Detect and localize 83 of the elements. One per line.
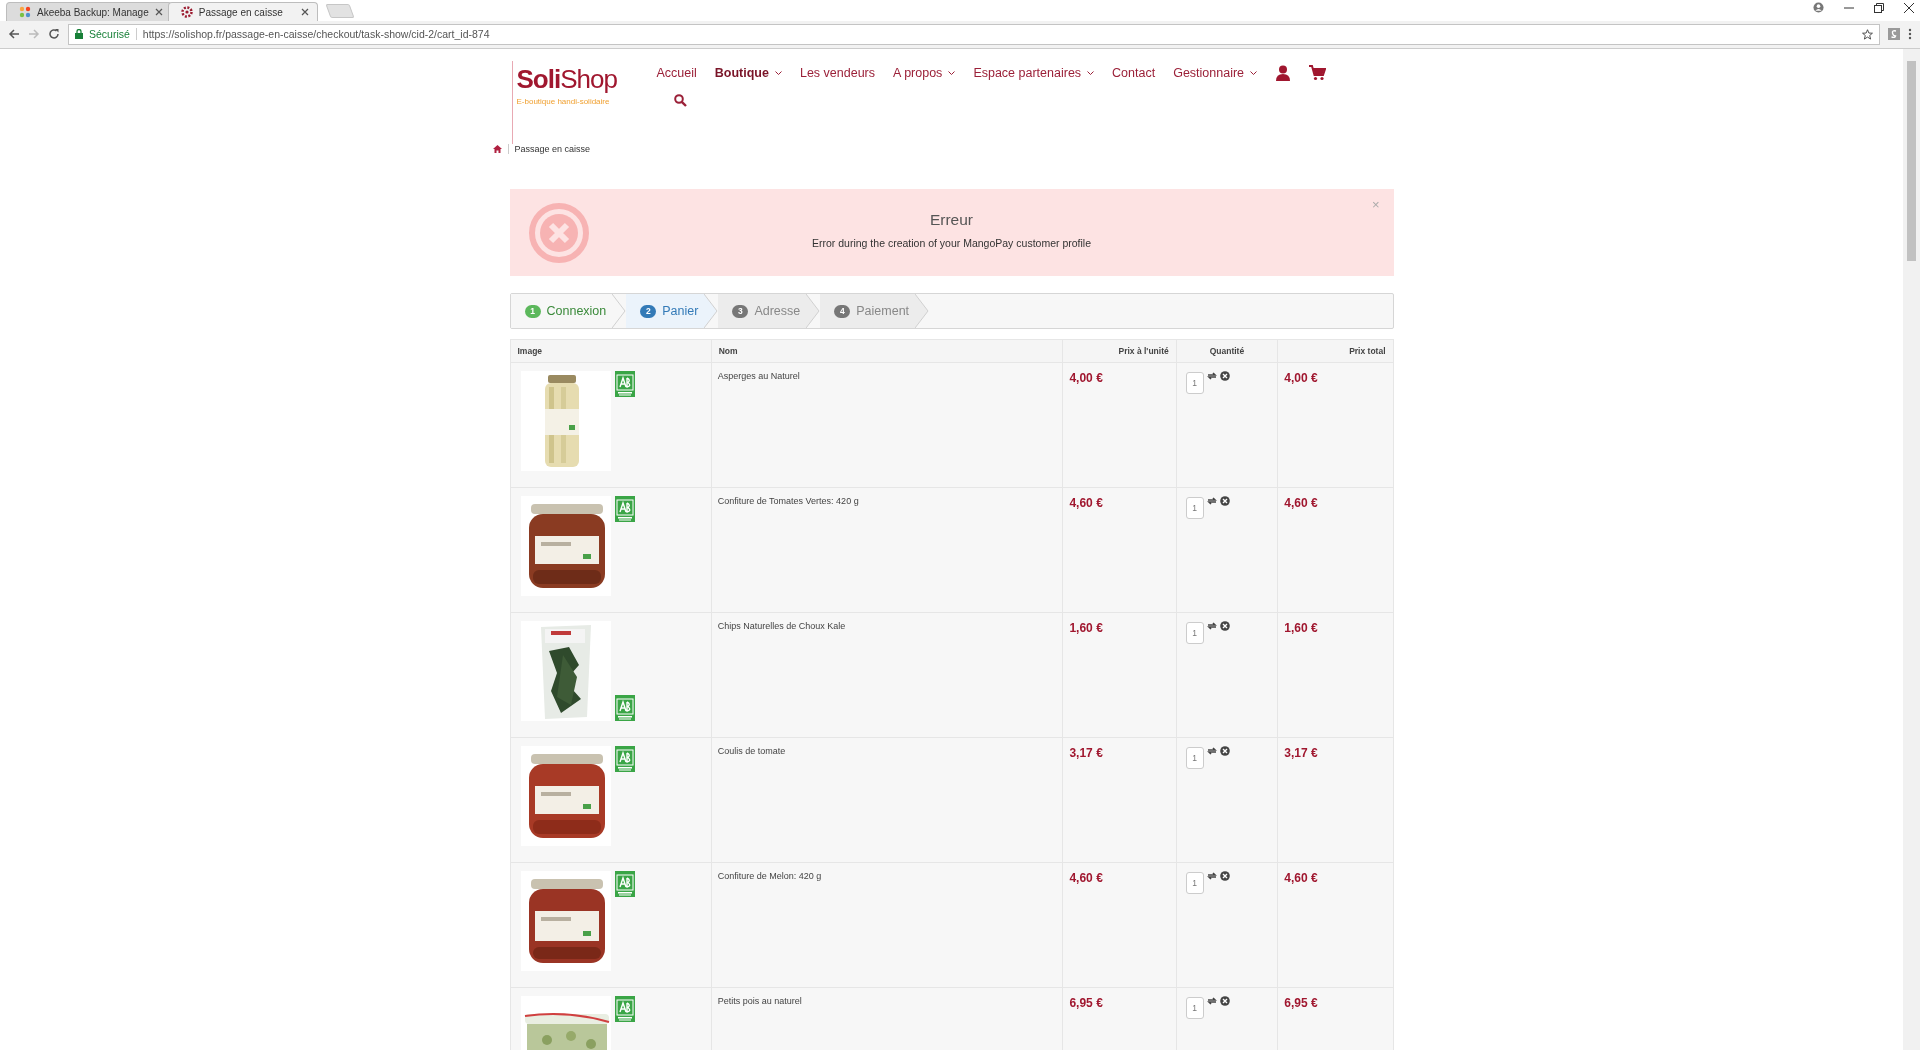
user-icon[interactable]	[1275, 65, 1292, 81]
unit-price: 1,60 €	[1069, 621, 1103, 635]
total-price: 4,60 €	[1284, 871, 1318, 885]
remove-icon[interactable]	[1219, 371, 1230, 381]
organic-label-icon	[614, 695, 635, 721]
lock-icon	[75, 29, 83, 39]
product-name[interactable]: Petits pois au naturel	[717, 996, 802, 1006]
quantity-field[interactable]: 1	[1185, 747, 1204, 769]
search-icon[interactable]	[673, 94, 687, 107]
nav-link[interactable]: A propos	[893, 66, 956, 80]
logo-tagline: E-boutique handi-solidaire	[516, 97, 611, 106]
refresh-icon[interactable]	[1206, 871, 1217, 881]
remove-icon[interactable]	[1219, 871, 1230, 881]
column-header: Quantité	[1176, 339, 1278, 363]
close-icon[interactable]	[154, 8, 163, 16]
remove-icon[interactable]	[1219, 496, 1230, 506]
cart-icon[interactable]	[1309, 65, 1327, 81]
quantity-field[interactable]: 1	[1185, 997, 1204, 1019]
browser-tab[interactable]: Passage en caisse	[167, 2, 318, 21]
nav-link[interactable]: Les vendeurs	[799, 66, 876, 80]
refresh-icon[interactable]	[1206, 996, 1217, 1006]
restore-icon[interactable]	[1874, 2, 1884, 13]
close-icon[interactable]	[1904, 2, 1914, 13]
organic-label-icon	[614, 996, 635, 1022]
quantity-field[interactable]: 1	[1185, 622, 1204, 644]
organic-label-icon	[614, 371, 635, 397]
quantity-field[interactable]: 1	[1185, 872, 1204, 894]
reload-icon[interactable]	[48, 28, 60, 40]
refresh-icon[interactable]	[1206, 496, 1217, 506]
remove-icon[interactable]	[1219, 996, 1230, 1006]
gear-icon	[180, 6, 193, 18]
unit-price: 4,60 €	[1069, 496, 1103, 510]
alert-message: Error during the creation of your MangoPay customer profile	[812, 236, 1091, 249]
product-name[interactable]: Confiture de Melon: 420 g	[717, 871, 822, 881]
refresh-icon[interactable]	[1206, 371, 1217, 381]
product-name[interactable]: Confiture de Tomates Vertes: 420 g	[717, 496, 859, 506]
quantity-field[interactable]: 1	[1185, 372, 1204, 394]
address-bar[interactable]: Sécurisé https://solishop.fr/passage-en-caisse/checkout/task-show/cid-2/cart_id-874	[68, 23, 1880, 45]
organic-label-icon	[614, 746, 635, 772]
remove-icon[interactable]	[1219, 746, 1230, 756]
breadcrumb-item[interactable]: Passage en caisse	[507, 144, 591, 154]
column-header: Nom	[711, 339, 1063, 363]
remove-icon[interactable]	[1219, 621, 1230, 631]
nav-link[interactable]: Espace partenaires	[973, 66, 1095, 80]
alert-title: Erreur	[929, 210, 974, 229]
close-icon[interactable]	[300, 8, 309, 16]
product-name[interactable]: Chips Naturelles de Choux Kale	[717, 621, 846, 631]
unit-price: 4,60 €	[1069, 871, 1103, 885]
url-text: https://solishop.fr/passage-en-caisse/checkout/task-show/cid-2/cart_id-874	[142, 28, 491, 40]
unit-price: 3,17 €	[1069, 746, 1103, 760]
total-price: 3,17 €	[1284, 746, 1318, 760]
logo[interactable]: SoliShop E-boutique handi-solidaire	[511, 61, 627, 144]
security-label: Sécurisé	[89, 28, 137, 40]
column-header: Image	[510, 339, 712, 363]
unit-price: 6,95 €	[1069, 996, 1103, 1010]
joomla-icon	[19, 6, 31, 18]
product-name[interactable]: Asperges au Naturel	[717, 371, 800, 381]
organic-label-icon	[614, 871, 635, 897]
product-name[interactable]: Coulis de tomate	[717, 746, 786, 756]
quantity-field[interactable]: 1	[1185, 497, 1204, 519]
column-header: Prix total	[1277, 339, 1393, 363]
nav-link[interactable]: Boutique	[714, 66, 782, 80]
back-icon[interactable]	[8, 28, 20, 40]
star-icon[interactable]	[1862, 28, 1873, 40]
refresh-icon[interactable]	[1206, 746, 1217, 756]
error-icon	[527, 202, 590, 264]
organic-label-icon	[614, 496, 635, 522]
total-price: 6,95 €	[1284, 996, 1318, 1010]
scrollbar-thumb[interactable]	[1907, 61, 1916, 261]
nav-link[interactable]: Contact	[1112, 66, 1156, 80]
total-price: 4,00 €	[1284, 371, 1318, 385]
account-icon[interactable]	[1813, 2, 1824, 13]
nav-link[interactable]: Gestionnaire	[1173, 66, 1258, 80]
home-icon[interactable]	[492, 145, 502, 153]
menu-icon[interactable]	[1908, 28, 1912, 40]
column-header: Prix à l'unité	[1062, 339, 1177, 363]
refresh-icon[interactable]	[1206, 621, 1217, 631]
unit-price: 4,00 €	[1069, 371, 1103, 385]
nav-link[interactable]: Accueil	[656, 66, 697, 80]
total-price: 1,60 €	[1284, 621, 1318, 635]
logo-name: SoliShop	[516, 63, 618, 96]
extension-icon[interactable]	[1888, 28, 1900, 40]
total-price: 4,60 €	[1284, 496, 1318, 510]
